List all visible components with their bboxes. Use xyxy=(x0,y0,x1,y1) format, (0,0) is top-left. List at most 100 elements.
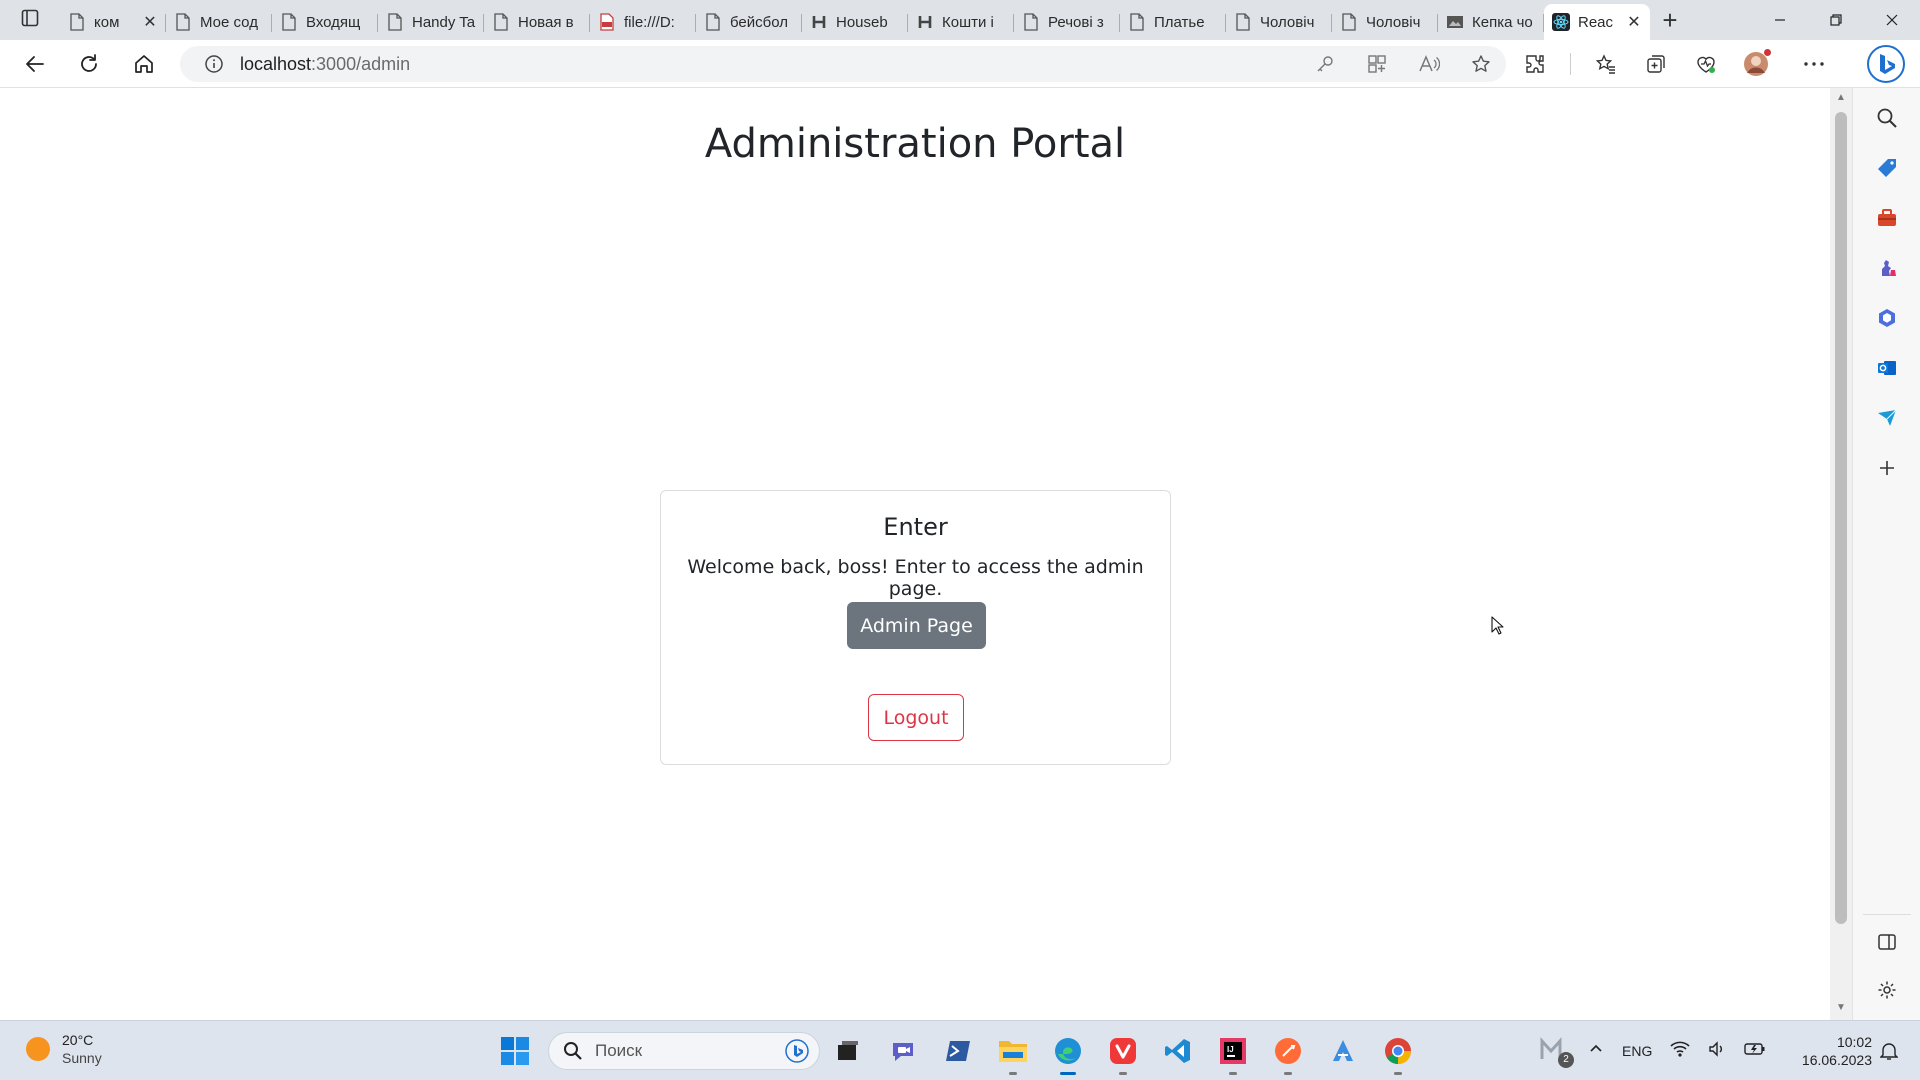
page-scrollbar[interactable]: ▲ ▼ xyxy=(1830,88,1852,1020)
scroll-thumb[interactable] xyxy=(1835,112,1847,924)
back-arrow-icon xyxy=(26,56,44,72)
sidebar-microsoft365-button[interactable] xyxy=(1871,302,1903,334)
metro-widget-icon[interactable]: 2 xyxy=(1540,1035,1574,1068)
close-window-button[interactable] xyxy=(1864,0,1920,40)
language-indicator[interactable]: ENG xyxy=(1622,1043,1652,1059)
browser-tab[interactable]: Мое сод xyxy=(166,6,272,38)
app-available-icon[interactable] xyxy=(1362,49,1392,79)
browser-tab[interactable]: file:///D: xyxy=(590,6,696,38)
close-tab-icon[interactable]: ✕ xyxy=(1626,12,1642,32)
browser-tab-active[interactable]: Reac ✕ xyxy=(1544,4,1650,40)
windows-taskbar: 20°C Sunny Поиск IJ 2 ENG 10:02 16.06.20… xyxy=(0,1020,1920,1080)
favorite-star-icon[interactable] xyxy=(1466,49,1496,79)
browser-tab[interactable]: Houseb xyxy=(802,6,908,38)
taskbar-clock[interactable]: 10:02 16.06.2023 xyxy=(1792,1033,1872,1069)
volume-icon[interactable] xyxy=(1708,1040,1726,1063)
edge-sidebar xyxy=(1852,88,1920,1020)
settings-more-icon[interactable] xyxy=(1799,49,1829,79)
browser-tab[interactable]: ком ✕ xyxy=(60,6,166,38)
tab-title: Чоловіч xyxy=(1366,13,1421,31)
chevron-up-icon[interactable] xyxy=(1588,1041,1604,1062)
shopping-tag-icon xyxy=(1878,159,1896,177)
extensions-icon[interactable] xyxy=(1520,49,1550,79)
tab-title: Входящ xyxy=(306,13,361,31)
page-icon xyxy=(174,13,192,31)
url-path: :3000/admin xyxy=(311,53,411,74)
sidebar-games-button[interactable] xyxy=(1871,252,1903,284)
sidebar-add-button[interactable] xyxy=(1871,452,1903,484)
powershell-app[interactable] xyxy=(938,1031,978,1071)
home-button[interactable] xyxy=(117,44,171,84)
teams-chat-app[interactable] xyxy=(883,1031,923,1071)
read-aloud-icon[interactable] xyxy=(1414,49,1444,79)
scroll-down-arrow-icon[interactable]: ▼ xyxy=(1835,1002,1847,1014)
plus-icon: + xyxy=(1662,4,1678,35)
scroll-up-arrow-icon[interactable]: ▲ xyxy=(1835,92,1847,104)
weather-widget[interactable]: 20°C Sunny xyxy=(26,1031,102,1067)
browser-tab[interactable]: Платье xyxy=(1120,6,1226,38)
site-info-icon[interactable] xyxy=(202,52,226,76)
sidebar-search-button[interactable] xyxy=(1871,102,1903,134)
taskbar-apps: IJ xyxy=(828,1031,1418,1075)
minimize-button[interactable] xyxy=(1752,0,1808,40)
admin-page-button[interactable]: Admin Page xyxy=(847,602,986,649)
tab-title: Речові з xyxy=(1048,13,1104,31)
url-text[interactable]: localhost:3000/admin xyxy=(240,54,410,75)
reload-button[interactable] xyxy=(62,44,116,84)
sidebar-hide-button[interactable] xyxy=(1871,926,1903,958)
tab-title: Новая в xyxy=(518,13,574,31)
restore-button[interactable] xyxy=(1808,0,1864,40)
favorites-icon[interactable] xyxy=(1591,49,1621,79)
sidebar-drop-button[interactable] xyxy=(1871,402,1903,434)
browser-tab[interactable]: Речові з xyxy=(1014,6,1120,38)
browser-tab[interactable]: Чоловіч xyxy=(1332,6,1438,38)
bing-icon xyxy=(1867,45,1905,83)
page-icon xyxy=(280,13,298,31)
battery-icon[interactable] xyxy=(1744,1041,1766,1062)
search-placeholder: Поиск xyxy=(595,1041,643,1060)
azure-data-studio-app[interactable] xyxy=(1323,1031,1363,1071)
wifi-icon[interactable] xyxy=(1670,1040,1690,1063)
edge-app[interactable] xyxy=(1048,1031,1088,1075)
sidebar-tools-button[interactable] xyxy=(1871,202,1903,234)
sidebar-settings-button[interactable] xyxy=(1871,974,1903,1006)
sun-icon xyxy=(26,1037,50,1061)
logout-button[interactable]: Logout xyxy=(868,694,964,741)
file-explorer-app[interactable] xyxy=(993,1031,1033,1075)
task-view-app[interactable] xyxy=(828,1031,868,1071)
browser-tab[interactable]: Handy Ta xyxy=(378,6,484,38)
browser-tab[interactable]: Входящ xyxy=(272,6,378,38)
sidebar-shopping-button[interactable] xyxy=(1871,152,1903,184)
start-button[interactable] xyxy=(500,1036,530,1066)
taskbar-search[interactable]: Поиск xyxy=(548,1032,820,1070)
vscode-app[interactable] xyxy=(1158,1031,1198,1071)
tray-badge: 2 xyxy=(1558,1051,1574,1068)
back-button[interactable] xyxy=(8,44,62,84)
close-tab-icon[interactable]: ✕ xyxy=(142,12,158,32)
weather-desc: Sunny xyxy=(62,1050,102,1066)
postman-app[interactable] xyxy=(1268,1031,1308,1075)
bing-copilot-button[interactable] xyxy=(1866,44,1906,84)
key-icon[interactable] xyxy=(1310,49,1340,79)
pdf-icon xyxy=(598,13,616,31)
browser-essentials-icon[interactable] xyxy=(1691,49,1721,79)
browser-tab[interactable]: Кепка чо xyxy=(1438,6,1544,38)
collections-icon[interactable] xyxy=(1641,49,1671,79)
tab-list: ком ✕ Мое сод Входящ Handy Ta Новая в file:///… xyxy=(60,0,1650,40)
new-tab-button[interactable]: + xyxy=(1650,0,1690,40)
sidebar-outlook-button[interactable] xyxy=(1871,352,1903,384)
notifications-button[interactable] xyxy=(1879,1041,1899,1066)
chrome-app[interactable] xyxy=(1378,1031,1418,1075)
address-bar-actions xyxy=(1310,46,1496,82)
tab-title: Handy Ta xyxy=(412,13,476,31)
browser-tab[interactable]: Кошти і xyxy=(908,6,1014,38)
browser-tab[interactable]: Новая в xyxy=(484,6,590,38)
browser-tab[interactable]: Чоловіч xyxy=(1226,6,1332,38)
browser-tab[interactable]: бейсбол xyxy=(696,6,802,38)
address-bar[interactable]: localhost:3000/admin xyxy=(180,46,1506,82)
running-indicator xyxy=(1009,1072,1017,1075)
profile-avatar[interactable] xyxy=(1741,49,1771,79)
intellij-app[interactable]: IJ xyxy=(1213,1031,1253,1075)
tab-actions-button[interactable] xyxy=(0,0,60,40)
vivaldi-app[interactable] xyxy=(1103,1031,1143,1075)
